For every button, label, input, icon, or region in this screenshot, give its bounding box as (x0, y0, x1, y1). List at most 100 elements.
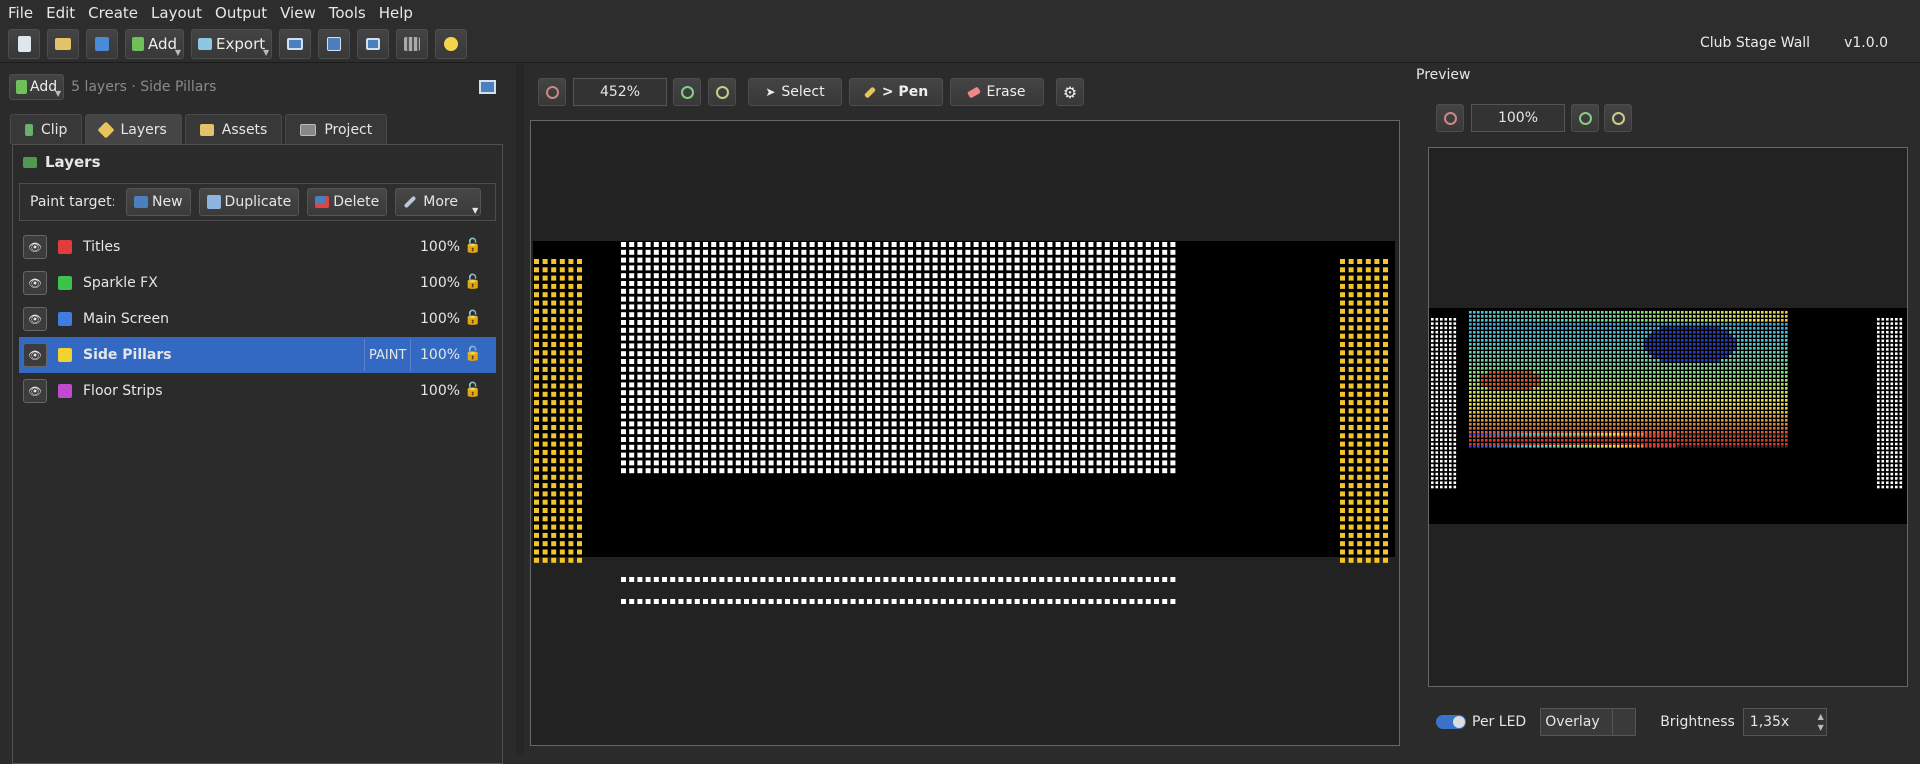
pen-tool-button[interactable]: > Pen (849, 78, 943, 106)
led-wall-editor[interactable] (531, 121, 1399, 745)
layer-opacity[interactable]: 100% (420, 239, 460, 255)
new-file-icon (17, 35, 31, 52)
layer-name: Side Pillars (83, 347, 172, 363)
app-version: v1.0.0 (1844, 35, 1888, 51)
erase-label: Erase (986, 84, 1026, 100)
tab-project[interactable]: Project (285, 114, 388, 144)
clip-icon (25, 123, 33, 136)
menu-layout[interactable]: Layout (151, 4, 202, 22)
save-button[interactable] (86, 28, 118, 59)
zoom-in-button[interactable] (673, 78, 701, 106)
delete-layer-button[interactable]: Delete (307, 188, 388, 216)
zoom-fit-button[interactable] (708, 78, 736, 106)
library-button[interactable] (396, 28, 429, 59)
panel-icon (366, 37, 381, 50)
per-led-toggle[interactable] (1436, 715, 1466, 729)
lock-icon[interactable]: 🔓 (464, 310, 482, 328)
tab-assets[interactable]: Assets (184, 114, 283, 144)
brightness-spinbox[interactable]: 1,35x ▲ ▼ (1742, 708, 1827, 736)
panel-splitter[interactable] (516, 64, 524, 754)
zoom-in-icon (680, 85, 694, 99)
visibility-eye-icon[interactable]: 👁 (23, 379, 47, 403)
layer-row-sparkle-fx[interactable]: 👁 Sparkle FX 100% 🔓 (19, 265, 496, 301)
preview-wall-background (1429, 308, 1907, 524)
visibility-eye-icon[interactable]: 👁 (23, 235, 47, 259)
menu-edit[interactable]: Edit (46, 4, 75, 22)
export-menu-button[interactable]: Export ▼ (191, 28, 273, 59)
layer-row-floor-strips[interactable]: 👁 Floor Strips 100% 🔓 (19, 373, 496, 409)
tips-button[interactable] (435, 28, 468, 59)
layer-row-side-pillars[interactable]: 👁 Side Pillars PAINT 100% 🔓 (19, 337, 496, 373)
layer-opacity[interactable]: 100% (420, 311, 460, 327)
editor-panel: 452% ➤ Select > Pen Erase ⚙ (524, 64, 1412, 754)
lock-icon[interactable]: 🔓 (464, 238, 482, 256)
panel-layout-icon[interactable] (479, 80, 496, 94)
select-label: Select (781, 84, 825, 100)
save-icon (95, 36, 109, 51)
layer-row-main-screen[interactable]: 👁 Main Screen 100% 🔓 (19, 301, 496, 337)
dropdown-arrow-icon: ▼ (472, 206, 479, 215)
menu-help[interactable]: Help (379, 4, 413, 22)
select-tool-button[interactable]: ➤ Select (748, 78, 842, 106)
paint-target-badge[interactable]: PAINT (364, 339, 412, 371)
menu-view[interactable]: View (280, 4, 316, 22)
zoom-out-icon (545, 85, 559, 99)
menu-file[interactable]: File (8, 4, 33, 22)
layer-color-swatch (58, 240, 72, 254)
preview-canvas[interactable] (1428, 147, 1908, 687)
export-label: Export (216, 34, 266, 53)
zoom-level[interactable]: 452% (573, 78, 667, 106)
menu-tools[interactable]: Tools (329, 4, 366, 22)
new-layer-button[interactable]: New (126, 188, 191, 216)
left-panel-header: Add ▼ 5 layers · Side Pillars (9, 74, 216, 100)
tab-layers[interactable]: Layers (85, 114, 182, 144)
pen-label: > Pen (881, 84, 929, 100)
duplicate-label: Duplicate (224, 194, 292, 210)
layer-color-swatch (58, 348, 72, 362)
preview-zoom-fit-button[interactable] (1604, 104, 1632, 132)
layer-color-swatch (58, 276, 72, 290)
single-view-button[interactable] (318, 28, 351, 59)
layer-row-titles[interactable]: 👁 Titles 100% 🔓 (19, 229, 496, 265)
preview-panel: Preview 100% Per LED Overlay Brightness … (1412, 64, 1920, 754)
spin-arrows-icon[interactable]: ▲ ▼ (1818, 711, 1824, 733)
monitor-icon (300, 123, 317, 136)
zoom-out-button[interactable] (538, 78, 566, 106)
preview-toolbar: 100% (1436, 104, 1639, 132)
dropdown-arrow-icon: ▼ (263, 47, 270, 57)
floor-strip-leds (621, 577, 1176, 604)
lock-icon[interactable]: 🔓 (464, 346, 482, 364)
layer-opacity[interactable]: 100% (420, 347, 460, 363)
layout-view-button[interactable] (279, 28, 312, 59)
erase-tool-button[interactable]: Erase (950, 78, 1044, 106)
preview-zoom-out-button[interactable] (1436, 104, 1464, 132)
layers-panel: Layers Paint target: Side Pillars New Du… (12, 144, 503, 764)
new-file-button[interactable] (8, 28, 40, 59)
preview-zoom-in-button[interactable] (1571, 104, 1599, 132)
menu-create[interactable]: Create (88, 4, 138, 22)
add-menu-button[interactable]: Add ▼ (125, 28, 185, 59)
led-editor-canvas[interactable] (530, 120, 1400, 746)
new-layer-icon (134, 196, 148, 208)
duplicate-layer-button[interactable]: Duplicate (198, 188, 300, 216)
lock-icon[interactable]: 🔓 (464, 382, 482, 400)
visibility-eye-icon[interactable]: 👁 (23, 307, 47, 331)
new-label: New (152, 194, 183, 210)
open-file-button[interactable] (47, 28, 79, 59)
layer-opacity[interactable]: 100% (420, 383, 460, 399)
window-icon (287, 37, 304, 50)
split-view-button[interactable] (357, 28, 390, 59)
blend-mode-select[interactable]: Overlay (1540, 708, 1637, 736)
layer-opacity[interactable]: 100% (420, 275, 460, 291)
more-actions-button[interactable]: More ▼ (395, 188, 482, 216)
tab-clip[interactable]: Clip (10, 114, 83, 144)
preview-zoom-level[interactable]: 100% (1471, 104, 1565, 132)
menu-output[interactable]: Output (215, 4, 267, 22)
lock-icon[interactable]: 🔓 (464, 274, 482, 292)
visibility-eye-icon[interactable]: 👁 (23, 271, 47, 295)
visibility-eye-icon[interactable]: 👁 (23, 343, 47, 367)
editor-settings-button[interactable]: ⚙ (1056, 78, 1084, 106)
tab-label: Project (324, 121, 373, 138)
add-layer-menu-button[interactable]: Add ▼ (9, 74, 65, 100)
square-icon (327, 36, 342, 51)
